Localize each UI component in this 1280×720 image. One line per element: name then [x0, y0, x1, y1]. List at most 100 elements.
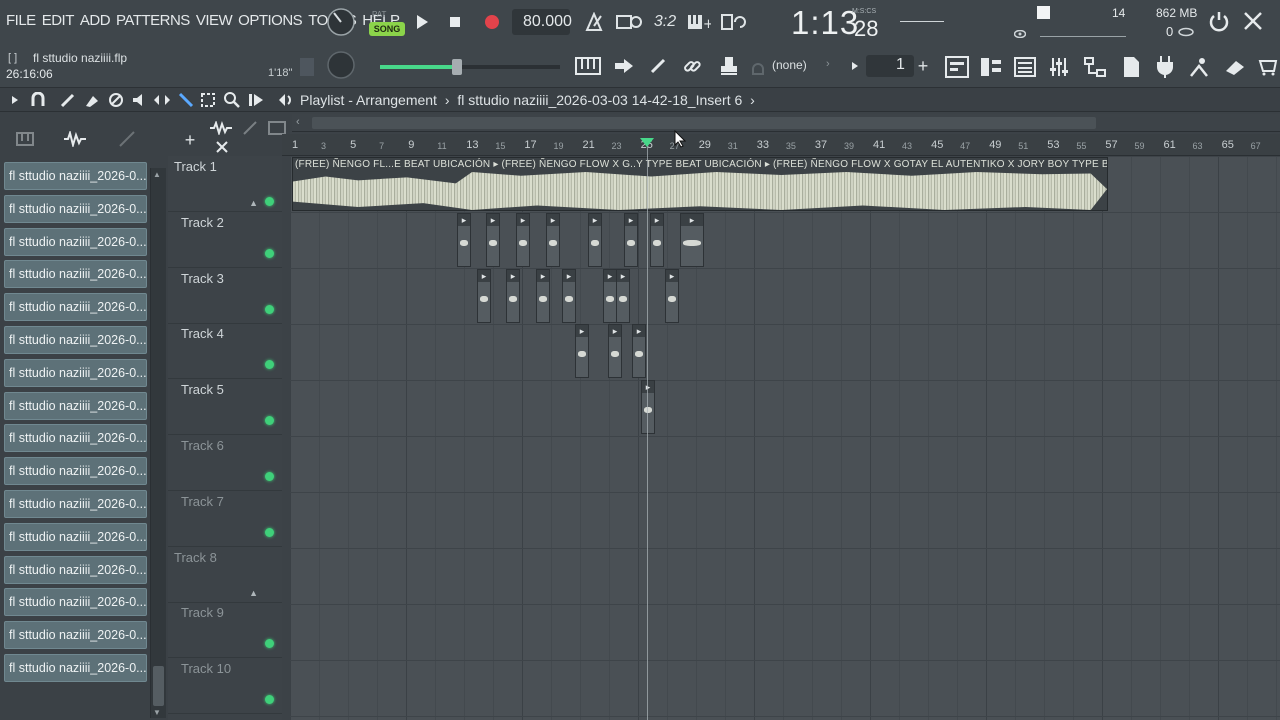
browser-clip-item[interactable]: fl sttudio naziiii_2026-0... [4, 457, 147, 486]
arrangement-grid[interactable]: (FREE) ÑENGO FL...E BEAT UBICACIÓN ▸ (FR… [290, 156, 1280, 720]
snap-selector[interactable]: (none) › [768, 55, 838, 77]
pattern-clip[interactable]: ▸ [516, 212, 530, 267]
playhead-marker-icon[interactable] [640, 138, 654, 147]
track-enable-led[interactable] [265, 197, 274, 206]
pattern-clip[interactable]: ▸ [641, 380, 655, 435]
pattern-clip[interactable]: ▸ [457, 212, 471, 267]
pattern-clip[interactable]: ▸ [477, 268, 491, 323]
track-enable-led[interactable] [265, 304, 274, 314]
track-enable-led[interactable] [265, 527, 274, 537]
mixer-icon[interactable] [1046, 54, 1072, 80]
piano-roll-icon[interactable] [574, 54, 602, 78]
pattern-clip[interactable]: ▸ [536, 268, 550, 323]
browser-clip-item[interactable]: fl sttudio naziiii_2026-0... [4, 260, 147, 289]
browser-clip-item[interactable]: fl sttudio naziiii_2026-0... [4, 424, 147, 453]
menu-view[interactable]: VIEW [196, 12, 233, 29]
speaker-icon[interactable] [276, 90, 296, 110]
browser-clip-item[interactable]: fl sttudio naziiii_2026-0... [4, 654, 147, 682]
tools-icon[interactable] [1240, 8, 1266, 34]
scroll-down-icon[interactable]: ▼ [153, 708, 161, 717]
track-name[interactable]: Track 10 [181, 661, 231, 676]
arrow-right-icon[interactable] [612, 54, 636, 78]
horizontal-scroll-thumb[interactable] [312, 117, 1096, 129]
browser-clips-icon[interactable] [14, 128, 36, 150]
pattern-clip[interactable]: ▸ [486, 212, 500, 267]
browser-automation-icon[interactable] [116, 128, 138, 150]
pattern-clip[interactable]: ▸ [665, 268, 679, 323]
track-name[interactable]: Track 4 [181, 326, 224, 341]
track-collapse-icon[interactable]: ▲ [249, 198, 258, 208]
track-header[interactable]: Track 10 [168, 658, 282, 715]
master-volume-knob[interactable] [326, 7, 356, 37]
plugin-icon[interactable] [1152, 54, 1178, 80]
track-header[interactable]: Track 8 [168, 547, 282, 603]
track-header[interactable]: Track 1 [168, 156, 282, 212]
timeline-ruler[interactable]: 1357911131517192123252729313335373941434… [282, 134, 1280, 156]
track-enable-led[interactable] [265, 248, 274, 258]
track-name[interactable]: Track 2 [181, 215, 224, 230]
browser-clip-item[interactable]: fl sttudio naziiii_2026-0... [4, 588, 147, 617]
play-button[interactable] [410, 10, 434, 34]
track-enable-led[interactable] [265, 472, 274, 481]
pattern-clip[interactable]: ▸ [603, 268, 617, 323]
metronome-icon[interactable] [582, 10, 606, 34]
browser-clip-item[interactable]: fl sttudio naziiii_2026-0... [4, 490, 147, 518]
menu-options[interactable]: OPTIONS [238, 12, 303, 29]
playhead-line[interactable] [647, 144, 648, 720]
pattern-prev-icon[interactable] [846, 56, 864, 76]
zoom-tool-icon[interactable] [222, 90, 242, 110]
track-enable-led[interactable] [265, 360, 274, 370]
track-header[interactable]: Track 3 [168, 268, 282, 324]
pattern-clip[interactable]: ▸ [616, 268, 630, 323]
master-volume-handle[interactable] [452, 59, 462, 75]
song-mode-toggle[interactable]: SONG [369, 22, 405, 36]
add-pattern-icon[interactable]: + [914, 55, 932, 77]
render-icon[interactable] [1222, 54, 1248, 80]
browser-clip-item[interactable]: fl sttudio naziiii_2026-0... [4, 621, 147, 650]
wait-for-input-icon[interactable] [615, 10, 643, 34]
browser-clip-item[interactable]: fl sttudio naziiii_2026-0... [4, 555, 147, 584]
pattern-clip[interactable]: ▸ [632, 324, 646, 379]
select-tool-icon[interactable] [198, 90, 218, 110]
pattern-clip[interactable]: ▸ [506, 268, 520, 323]
power-icon[interactable] [1206, 8, 1232, 34]
track-name[interactable]: Track 3 [181, 271, 224, 286]
stamp-icon[interactable] [716, 54, 742, 78]
master-pitch-knob[interactable] [326, 50, 356, 80]
track-name[interactable]: Track 8 [174, 550, 217, 565]
playlist-window-icon[interactable] [944, 54, 970, 80]
shop-icon[interactable] [1256, 54, 1280, 80]
track-enable-led[interactable] [265, 695, 274, 705]
pat-label[interactable]: PAT [372, 10, 386, 19]
track-header[interactable]: Track 9 ▲ [168, 588, 282, 659]
track-header[interactable]: Track 7 [168, 491, 282, 547]
channel-rack-icon[interactable] [978, 54, 1004, 80]
browser-tree-icon[interactable] [1082, 54, 1108, 80]
menu-add[interactable]: ADD [80, 12, 111, 29]
paint-tool-icon[interactable] [82, 90, 102, 110]
track-header[interactable]: Track 2 ▲ [168, 198, 282, 268]
track-collapse-icon[interactable]: ▲ [249, 588, 258, 598]
pattern-clip[interactable]: ▸ [562, 268, 576, 323]
tempo-display[interactable]: 80.000 [512, 9, 572, 35]
browser-scroll-thumb[interactable] [153, 666, 164, 706]
countdown-icon[interactable]: 3:2 [650, 10, 680, 34]
playlist-menu-arrow-icon[interactable] [6, 90, 24, 110]
stop-button[interactable] [443, 10, 467, 34]
playlist-insert-name[interactable]: fl sttudio naziiii_2026-03-03 14-42-18_I… [457, 92, 742, 108]
performance-icon[interactable] [1186, 54, 1212, 80]
pattern-clip[interactable]: ▸ [575, 324, 589, 379]
playback-tool-icon[interactable] [246, 90, 266, 110]
step-edit-icon[interactable]: + [686, 10, 712, 34]
track-name[interactable]: Track 7 [181, 494, 224, 509]
track-enable-led[interactable] [265, 639, 274, 649]
browser-clip-item[interactable]: fl sttudio naziiii_2026-0... [4, 162, 147, 190]
menu-file[interactable]: FILE [6, 12, 36, 29]
link-channels-icon[interactable] [240, 118, 260, 138]
browser-clip-item[interactable]: fl sttudio naziiii_2026-0... [4, 522, 147, 551]
trash-icon[interactable] [300, 58, 314, 76]
pattern-clip[interactable]: ▸ [608, 324, 622, 379]
browser-clip-item[interactable]: fl sttudio naziiii_2026-0... [4, 293, 147, 322]
scroll-left-icon[interactable]: ‹ [296, 116, 300, 128]
mute-tool-icon[interactable] [130, 90, 150, 110]
